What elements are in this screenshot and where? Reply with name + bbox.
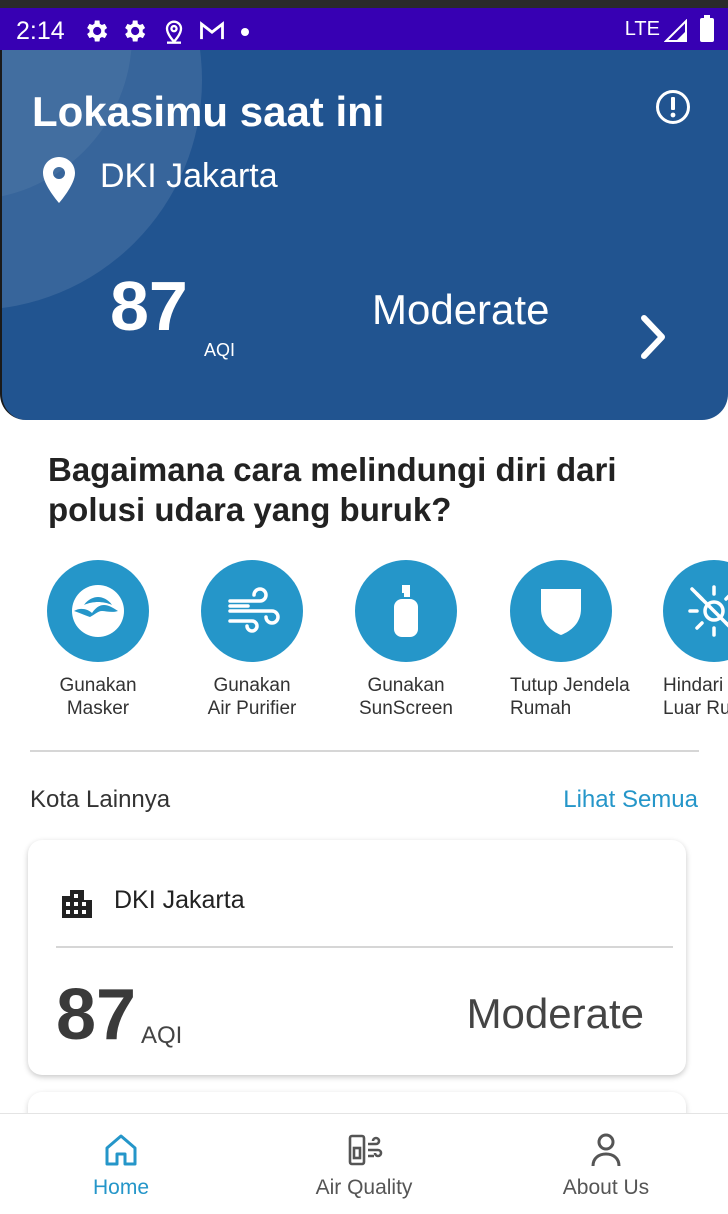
city-aqi-status: Moderate [466, 990, 644, 1037]
tip-label-line2: SunScreen [358, 698, 453, 719]
nav-air-quality[interactable]: Air Quality [243, 1114, 485, 1214]
nav-label: Home [92, 1176, 150, 1199]
settings-icon [87, 20, 108, 42]
network-type: LTE [624, 18, 660, 40]
battery-icon [700, 15, 714, 42]
protection-tips-list[interactable]: Gunakan Masker Gunakan Air Purifier Gunaka… [0, 560, 728, 730]
tip-label-line2: Luar Ru [663, 698, 728, 719]
status-time: 2:14 [16, 17, 65, 45]
protection-title: Bagaimana cara melindungi diri dari polu… [48, 451, 617, 528]
notification-dot-icon [241, 28, 249, 36]
location-icon [165, 20, 183, 44]
tip-label-line2: Air Purifier [207, 698, 297, 719]
tip-item-air-purifier[interactable]: Gunakan Air Purifier [172, 560, 332, 720]
city-aqi-value: 87 [56, 975, 137, 1055]
sun-off-icon [688, 585, 728, 637]
section-title: Kota Lainnya [30, 786, 171, 813]
nav-about-us[interactable]: About Us [485, 1114, 727, 1214]
tip-label-line1: Tutup Jendela [510, 675, 630, 696]
city-aqi-unit: AQI [141, 1022, 183, 1049]
bottom-navigation: Home Air Quality About Us [0, 1113, 728, 1214]
city-card[interactable]: DKI Jakarta 87 AQI Moderate [28, 840, 686, 1075]
tip-label-line1: Hindari [663, 675, 724, 696]
tip-item-sunscreen[interactable]: Gunakan SunScreen [326, 560, 486, 720]
gmail-icon [200, 21, 224, 40]
nav-label: Air Quality [315, 1176, 413, 1199]
home-icon [105, 1134, 137, 1166]
page-title: Lokasimu saat ini [32, 88, 385, 135]
tip-label-line1: Gunakan [367, 675, 445, 696]
wind-icon [228, 587, 280, 633]
divider [30, 750, 699, 752]
city-name: DKI Jakarta [114, 886, 245, 914]
status-bar: 2:14 LTE [0, 0, 728, 50]
aqi-status: Moderate [372, 286, 550, 333]
tip-label-line2: Rumah [510, 698, 572, 719]
chevron-right-icon[interactable] [636, 312, 672, 362]
aqi-value: 87 [110, 267, 188, 345]
location-name: DKI Jakarta [100, 157, 278, 195]
see-all-link[interactable]: Lihat Semua [563, 786, 698, 814]
location-pin-icon [43, 157, 75, 203]
tip-label-line1: Gunakan [213, 675, 291, 696]
tip-label-line2: Masker [66, 698, 130, 719]
signal-icon [664, 19, 687, 42]
person-icon [591, 1133, 621, 1167]
card-divider [56, 946, 673, 948]
tip-item-mask[interactable]: Gunakan Masker [18, 560, 178, 720]
mask-icon [72, 585, 124, 637]
shield-icon [541, 589, 581, 635]
tip-label-line1: Gunakan [59, 675, 137, 696]
bottle-icon [394, 585, 418, 637]
info-icon[interactable] [654, 88, 692, 126]
building-icon [62, 890, 92, 918]
tip-item-avoid-outside[interactable]: Hindari Luar Ru [634, 560, 728, 720]
settings-icon [125, 20, 146, 42]
aqi-unit: AQI [204, 340, 236, 360]
current-location-card[interactable]: Lokasimu saat ini DKI Jakarta 87 AQI Mod… [0, 50, 728, 420]
air-quality-icon [348, 1134, 383, 1166]
nav-label: About Us [562, 1176, 650, 1199]
tip-item-close-window[interactable]: Tutup Jendela Rumah [480, 560, 642, 720]
nav-home[interactable]: Home [0, 1114, 242, 1214]
